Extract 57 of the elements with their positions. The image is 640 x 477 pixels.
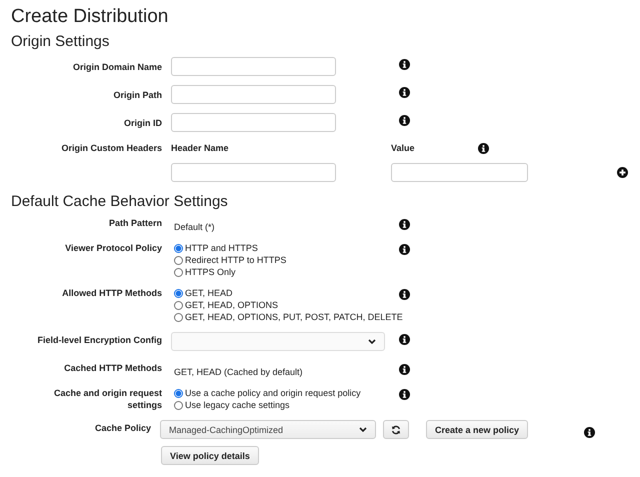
input-field[interactable] — [171, 113, 336, 132]
section-heading: Origin Settings — [11, 33, 110, 51]
radio-button[interactable] — [174, 256, 183, 264]
info-icon[interactable] — [584, 427, 596, 438]
field-label: Cached HTTP Methods — [63, 362, 162, 374]
input-field[interactable] — [171, 85, 336, 104]
radio-button[interactable] — [174, 400, 183, 410]
info-icon[interactable] — [399, 334, 410, 345]
info-icon[interactable] — [399, 219, 410, 230]
page-title: Create Distribution — [11, 6, 170, 28]
radio-option[interactable]: GET, HEAD — [171, 287, 399, 299]
info-icon[interactable] — [399, 59, 410, 70]
info-icon[interactable] — [478, 143, 489, 154]
radio-option[interactable]: GET, HEAD, OPTIONS — [171, 299, 399, 311]
radio-option[interactable]: Redirect HTTP to HTTPS — [171, 254, 399, 266]
input-field[interactable] — [171, 163, 336, 182]
radio-option[interactable]: HTTP and HTTPS — [171, 242, 399, 254]
field-value: Default (*) — [173, 221, 215, 233]
radio-button[interactable] — [174, 244, 183, 252]
info-icon[interactable] — [399, 389, 410, 400]
field-value: GET, HEAD (Cached by default) — [173, 366, 303, 378]
field-label: Viewer Protocol Policy — [64, 242, 162, 254]
field-label: Allowed HTTP Methods — [61, 287, 162, 299]
refresh-button[interactable] — [383, 420, 409, 439]
field-label: Cache and origin request settings — [52, 387, 162, 411]
create-policy-button[interactable]: Create a new policy — [426, 420, 528, 439]
field-label: Origin Domain Name — [72, 61, 162, 73]
input-field[interactable] — [171, 57, 336, 76]
radio-option[interactable]: HTTPS Only — [171, 266, 399, 278]
radio-option[interactable]: Use legacy cache settings — [171, 399, 399, 411]
field-label: Cache Policy — [94, 422, 151, 434]
radio-button[interactable] — [174, 312, 183, 322]
info-icon[interactable] — [399, 364, 410, 375]
dropdown[interactable]: Managed-CachingOptimized — [160, 420, 376, 439]
field-label: Path Pattern — [108, 217, 162, 229]
view-details-button[interactable]: View policy details — [161, 446, 259, 465]
radio-button[interactable] — [174, 268, 183, 276]
radio-button[interactable] — [174, 288, 183, 298]
field-label: Field-level Encryption Config — [36, 334, 162, 346]
info-icon[interactable] — [399, 289, 410, 300]
caret-icon — [368, 339, 376, 344]
column-heading: Header Name — [171, 142, 230, 154]
refresh-icon — [391, 424, 401, 434]
caret-icon — [359, 427, 367, 432]
add-icon[interactable] — [617, 167, 628, 178]
info-icon[interactable] — [399, 87, 410, 98]
input-field[interactable] — [391, 163, 528, 182]
column-heading: Value — [391, 142, 416, 154]
section-heading: Default Cache Behavior Settings — [11, 193, 229, 211]
field-label: Origin ID — [123, 117, 162, 129]
field-label: Origin Custom Headers — [60, 142, 162, 154]
radio-button[interactable] — [174, 388, 183, 398]
info-icon[interactable] — [399, 244, 410, 255]
radio-button[interactable] — [174, 300, 183, 310]
radio-option[interactable]: Use a cache policy and origin request policy — [171, 387, 399, 399]
info-icon[interactable] — [399, 115, 410, 126]
field-label: Origin Path — [112, 89, 162, 101]
